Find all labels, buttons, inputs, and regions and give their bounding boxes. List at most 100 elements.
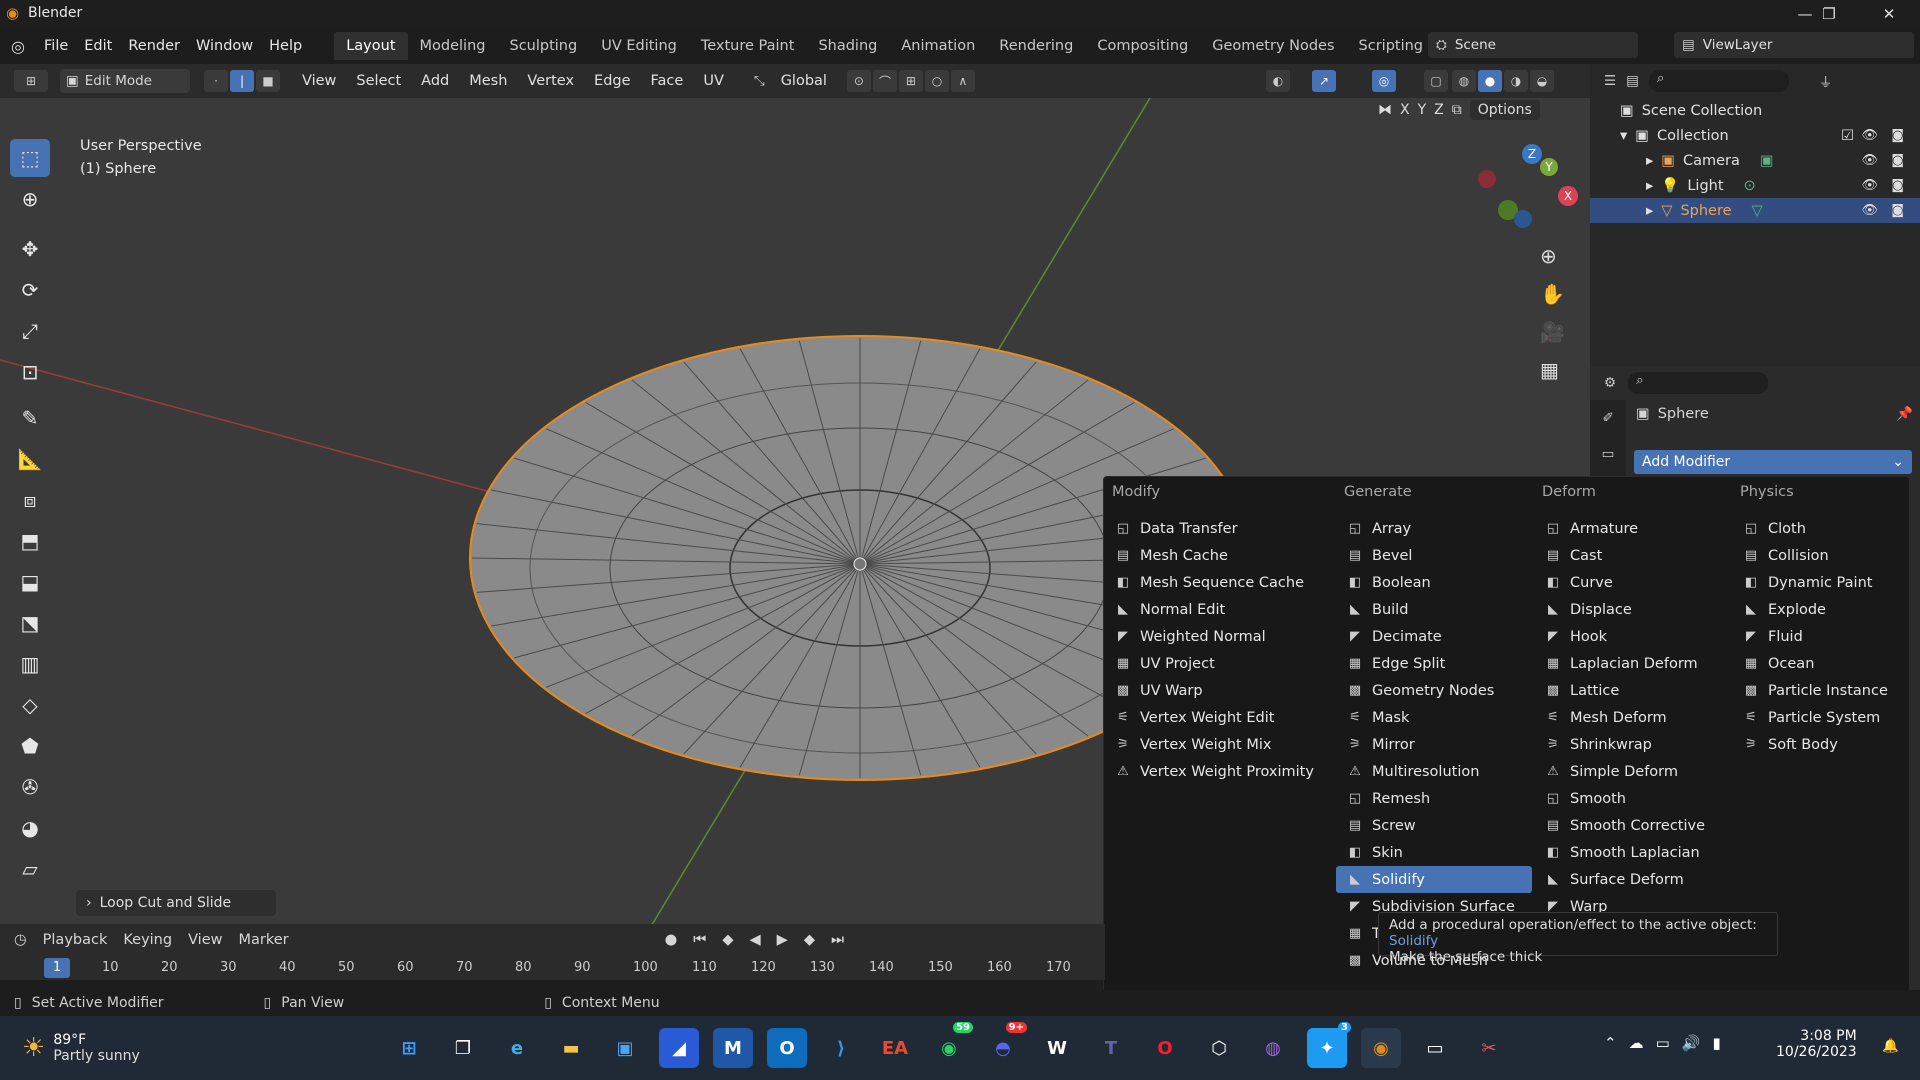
material-shading-icon[interactable]: ◑	[1504, 70, 1528, 92]
visibility-icon[interactable]: ◐	[1266, 70, 1290, 92]
next-key-icon[interactable]: ◆	[804, 932, 815, 948]
tab-scripting[interactable]: Scripting	[1347, 32, 1435, 60]
outliner-display-icon[interactable]: ☰	[1604, 73, 1616, 89]
pin-icon[interactable]: 📌	[1896, 406, 1913, 422]
tab-rendering[interactable]: Rendering	[987, 32, 1085, 60]
store-icon[interactable]: ▣	[605, 1028, 645, 1068]
weather-widget[interactable]: ☀ 89°F Partly sunny	[0, 1032, 150, 1064]
cloud-icon[interactable]: ☁	[1629, 1034, 1644, 1052]
maximize-button[interactable]: ❐	[1806, 0, 1852, 28]
modifier-surface-deform[interactable]: ◣ Surface Deform	[1534, 866, 1730, 893]
modifier-mesh-cache[interactable]: ▤ Mesh Cache	[1104, 542, 1334, 569]
tab-shading[interactable]: Shading	[806, 32, 889, 60]
chevron-up-icon[interactable]: ⌃	[1604, 1034, 1617, 1052]
move-icon[interactable]: ✥	[10, 230, 50, 268]
notification-bell-icon[interactable]: 🔔	[1882, 1038, 1899, 1054]
orientation-dropdown[interactable]: Global	[771, 73, 837, 89]
modifier-solidify[interactable]: ◣ Solidify	[1336, 866, 1532, 893]
tab-compositing[interactable]: Compositing	[1085, 32, 1200, 60]
menu-uv[interactable]: UV	[693, 73, 734, 89]
tab-modeling[interactable]: Modeling	[408, 32, 498, 60]
rendered-shading-icon[interactable]: ◒	[1530, 70, 1554, 92]
modifier-explode[interactable]: ◣ Explode	[1732, 596, 1910, 623]
shear-icon[interactable]: ▱	[10, 850, 50, 888]
volume-icon[interactable]: 🔊	[1682, 1034, 1701, 1052]
editor-type-icon[interactable]: ⊞	[14, 70, 48, 92]
properties-editor-icon[interactable]: ⚙	[1604, 375, 1616, 391]
modifier-remesh[interactable]: ◱ Remesh	[1336, 785, 1532, 812]
face-select-icon[interactable]: ■	[256, 70, 280, 92]
eye-icon[interactable]: 👁	[1861, 153, 1878, 168]
modifier-ocean[interactable]: ▦ Ocean	[1732, 650, 1910, 677]
modifier-simple-deform[interactable]: ⚠ Simple Deform	[1534, 758, 1730, 785]
modifier-edge-split[interactable]: ▦ Edge Split	[1336, 650, 1532, 677]
modifier-screw[interactable]: ▤ Screw	[1336, 812, 1532, 839]
whatsapp-icon[interactable]: ◉ 59	[929, 1022, 973, 1068]
modifier-build[interactable]: ◣ Build	[1336, 596, 1532, 623]
timeline-ruler[interactable]: 1 10 20 30 40 50 60 70 80 90 100 110 120 130 140 150 16…	[0, 956, 1105, 978]
modifier-smooth[interactable]: ◱ Smooth	[1534, 785, 1730, 812]
tab-layout[interactable]: Layout	[334, 32, 408, 60]
modifier-shrinkwrap[interactable]: ⚞ Shrinkwrap	[1534, 731, 1730, 758]
blender-menu-icon[interactable]: ◎	[0, 37, 36, 56]
add-cube-icon[interactable]: ⧈	[10, 481, 50, 519]
menu-edit[interactable]: Edit	[76, 38, 120, 54]
menu-select[interactable]: Select	[346, 73, 411, 89]
modifier-particle-system[interactable]: ⚟ Particle System	[1732, 704, 1910, 731]
menu-marker[interactable]: Marker	[239, 932, 289, 948]
falloff-icon[interactable]: ∧	[950, 70, 975, 92]
ea-icon[interactable]: EA	[875, 1028, 915, 1068]
inset-icon[interactable]: ⬓	[10, 563, 50, 601]
filter-icon[interactable]: ⏚	[1819, 71, 1833, 91]
eye-icon[interactable]: 👁	[1861, 178, 1878, 193]
gizmo-z-icon[interactable]: Z	[1522, 144, 1542, 164]
modifier-mirror[interactable]: ⚞ Mirror	[1336, 731, 1532, 758]
modifier-data-transfer[interactable]: ◱ Data Transfer	[1104, 515, 1334, 542]
properties-search-input[interactable]: ⌕	[1628, 372, 1769, 394]
outliner-scene-collection[interactable]: ▣ Scene Collection	[1590, 98, 1920, 123]
modifier-skin[interactable]: ◧ Skin	[1336, 839, 1532, 866]
modifier-multiresolution[interactable]: ⚠ Multiresolution	[1336, 758, 1532, 785]
modifier-normal-edit[interactable]: ◣ Normal Edit	[1104, 596, 1334, 623]
file-explorer-icon[interactable]: ▬	[551, 1028, 591, 1068]
unity-icon[interactable]: ⬡	[1199, 1028, 1239, 1068]
tab-geometry-nodes[interactable]: Geometry Nodes	[1200, 32, 1346, 60]
annotate-icon[interactable]: ✎	[10, 399, 50, 437]
modifier-lattice[interactable]: ▩ Lattice	[1534, 677, 1730, 704]
gizmo-x-icon[interactable]: X	[1558, 186, 1578, 206]
app-m-icon[interactable]: M	[713, 1028, 753, 1068]
overlay-icon[interactable]: ◎	[1372, 70, 1396, 92]
timeline-editor-icon[interactable]: ◷	[14, 932, 27, 948]
teams-icon[interactable]: T	[1091, 1028, 1131, 1068]
last-operator-panel[interactable]: › Loop Cut and Slide	[76, 890, 276, 916]
terminal-icon[interactable]: ▭	[1415, 1028, 1455, 1068]
axis-z[interactable]: Z	[1434, 102, 1444, 118]
modifier-soft-body[interactable]: ⚞ Soft Body	[1732, 731, 1910, 758]
smooth-icon[interactable]: ◕	[10, 809, 50, 847]
modifier-smooth-laplacian[interactable]: ◧ Smooth Laplacian	[1534, 839, 1730, 866]
zoom-icon[interactable]: ⊕	[1540, 244, 1557, 268]
wordpress-icon[interactable]: W	[1037, 1028, 1077, 1068]
tab-sculpting[interactable]: Sculpting	[497, 32, 589, 60]
modifier-weighted-normal[interactable]: ◤ Weighted Normal	[1104, 623, 1334, 650]
modifier-hook[interactable]: ◤ Hook	[1534, 623, 1730, 650]
modifier-geometry-nodes[interactable]: ▩ Geometry Nodes	[1336, 677, 1532, 704]
snap-target-icon[interactable]: ⊞	[898, 70, 923, 92]
modifier-mesh-deform[interactable]: ⚟ Mesh Deform	[1534, 704, 1730, 731]
modifier-particle-instance[interactable]: ▩ Particle Instance	[1732, 677, 1910, 704]
play-reverse-icon[interactable]: ◀	[750, 932, 761, 948]
select-box-icon[interactable]: ⬚	[10, 139, 50, 177]
snap-icon[interactable]: ⌒	[872, 70, 897, 92]
viewlayer-selector[interactable]: ▤ ViewLayer	[1674, 32, 1914, 58]
cursor-icon[interactable]: ⊕	[10, 180, 50, 218]
modifier-smooth-corrective[interactable]: ▤ Smooth Corrective	[1534, 812, 1730, 839]
extrude-icon[interactable]: ⬒	[10, 522, 50, 560]
modifier-mesh-sequence-cache[interactable]: ◧ Mesh Sequence Cache	[1104, 569, 1334, 596]
menu-vertex[interactable]: Vertex	[517, 73, 584, 89]
close-button[interactable]: ✕	[1866, 0, 1912, 28]
record-icon[interactable]: ●	[665, 932, 678, 948]
jump-end-icon[interactable]: ⏭	[831, 932, 844, 948]
modifier-laplacian-deform[interactable]: ▦ Laplacian Deform	[1534, 650, 1730, 677]
outliner-filter-mode-icon[interactable]: ▤	[1626, 73, 1639, 89]
modifier-armature[interactable]: ◱ Armature	[1534, 515, 1730, 542]
